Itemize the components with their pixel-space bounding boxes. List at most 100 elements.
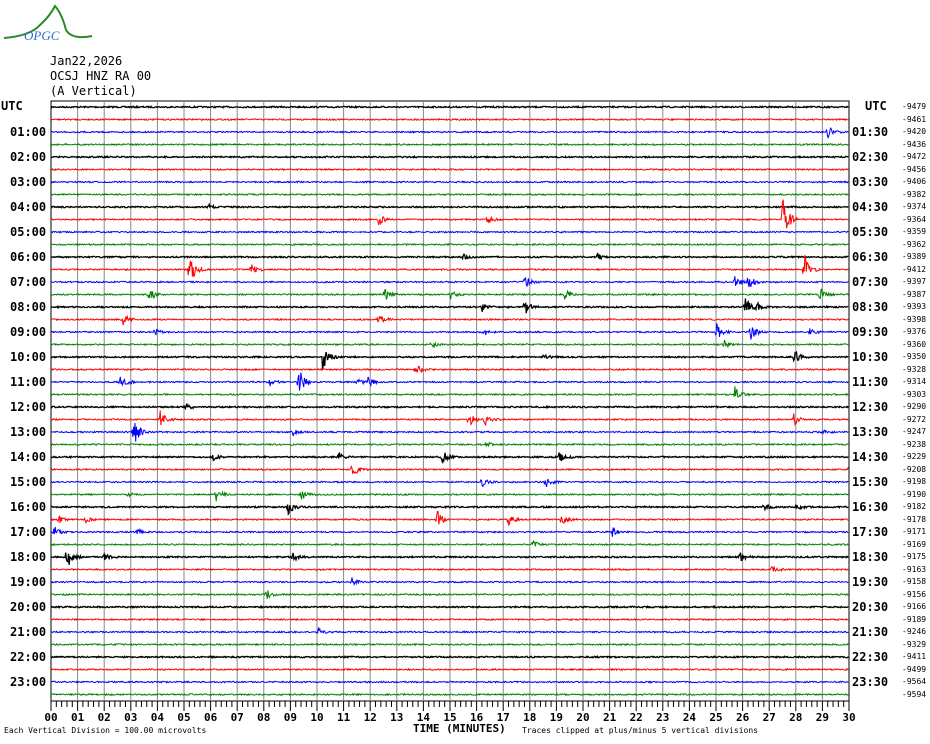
trace-41 [50,617,849,622]
x-tick-label: 13 [390,711,403,724]
opgc-logo: OPGC [3,4,93,43]
station-id: OCSJ HNZ RA 00 [50,69,152,83]
trace-offset-value: -9398 [902,314,927,324]
x-tick-label: 05 [177,711,190,724]
left-hour-label: 07:00 [10,275,47,289]
left-hour-label: 17:00 [10,525,47,539]
clip-note: Traces clipped at plus/minus 5 vertical … [522,726,759,735]
trace-offset-value: -9360 [902,339,927,349]
trace-offset-value: -9479 [902,102,927,111]
plot-date: Jan22,2026 [50,54,123,68]
left-hour-label: 05:00 [10,225,47,239]
left-hour-label: 14:00 [10,450,47,464]
x-tick-label: 18 [523,711,536,724]
trace-offset-value: -9382 [902,189,927,199]
trace-offset-value: -9189 [902,614,927,624]
left-hour-label: 02:00 [10,150,47,164]
x-tick-label: 10 [310,711,323,724]
left-hour-label: 10:00 [10,350,47,364]
trace-offset-value: -9171 [902,527,927,536]
right-hour-label: 03:30 [852,175,889,189]
trace-offset-value: -9169 [902,539,927,549]
trace-offset-value: -9499 [902,664,927,674]
x-tick-label: 25 [709,711,722,724]
x-tick-label: 06 [204,711,218,724]
right-hour-label: 07:30 [852,275,889,289]
x-tick-label: 22 [630,711,643,724]
trace-offset-value: -9178 [902,514,927,524]
x-tick-label: 24 [683,711,697,724]
x-tick-label: 19 [550,711,563,724]
trace-offset-value: -9290 [902,402,927,411]
x-tick-label: 01 [71,711,85,724]
trace-offset-value: -9461 [902,114,927,124]
right-hour-label: 13:30 [852,425,889,439]
left-hour-label: 18:00 [10,550,47,564]
trace-offset-value: -9229 [902,452,927,461]
trace-offset-value: -9198 [902,477,927,486]
trace-offset-value: -9190 [902,489,927,499]
left-hour-label: 03:00 [10,175,47,189]
trace-offset-value: -9158 [902,577,927,586]
left-hour-label: 19:00 [10,575,47,589]
trace-offset-value: -9472 [902,152,927,161]
trace-7 [50,192,849,197]
trace-offset-value: -9364 [902,214,927,224]
trace-offset-value: -9436 [902,139,927,149]
trace-44 [50,654,849,660]
trace-offset-value: -9397 [902,277,927,286]
trace-offset-value: -9359 [902,227,927,236]
right-hour-label: 14:30 [852,450,889,464]
trace-offset-value: -9412 [902,264,927,274]
trace-offset-value: -9208 [902,464,927,474]
x-tick-label: 04 [151,711,165,724]
x-tick-label: 26 [736,711,750,724]
x-tick-label: 11 [337,711,351,724]
right-hour-label: 23:30 [852,675,889,689]
right-hour-label: 11:30 [852,375,889,389]
left-hour-label: 01:00 [10,125,47,139]
trace-offset-value: -9328 [902,364,927,374]
right-hour-label: 05:30 [852,225,889,239]
right-hour-label: 06:30 [852,250,889,264]
trace-offset-value: -9350 [902,352,927,361]
trace-offset-value: -9238 [902,439,927,449]
trace-offset-value: -9376 [902,327,927,336]
trace-offset-value: -9247 [902,427,927,436]
right-hour-label: 20:30 [852,600,889,614]
right-hour-label: 18:30 [852,550,889,564]
trace-offset-value: -9272 [902,414,927,424]
left-hour-label: 04:00 [10,200,47,214]
right-hour-label: 10:30 [852,350,889,364]
trace-offset-value: -9389 [902,252,927,261]
x-tick-label: 02 [98,711,111,724]
right-hour-label: 02:30 [852,150,889,164]
trace-offset-value: -9406 [902,177,927,186]
logo-text: OPGC [24,28,60,43]
left-utc-label: UTC [1,99,23,113]
x-tick-label: 23 [656,711,669,724]
right-hour-label: 01:30 [852,125,889,139]
right-hour-label: 15:30 [852,475,889,489]
x-tick-label: 20 [576,711,589,724]
trace-0 [50,104,849,110]
x-tick-label: 28 [789,711,802,724]
trace-offset-value: -9156 [902,589,927,599]
trace-offset-value: -9246 [902,627,927,636]
right-hour-label: 04:30 [852,200,889,214]
left-hour-label: 21:00 [10,625,47,639]
right-hour-label: 09:30 [852,325,889,339]
helicorder-plot: OPGC 00 01 02 03 04 05 06 07 08 09 10 11 12 13 14 15 16 1… [3,4,856,724]
x-tick-label: 30 [842,711,855,724]
x-axis-label: TIME (MINUTES) [413,722,506,735]
x-tick-label: 12 [364,711,377,724]
trace-3 [50,142,849,147]
left-hour-label: 20:00 [10,600,47,614]
trace-offset-value: -9564 [902,677,927,686]
trace-5 [50,167,849,172]
left-hour-label: 22:00 [10,650,47,664]
right-hour-label: 16:30 [852,500,889,514]
trace-offset-value: -9329 [902,639,927,649]
right-hour-label: 08:30 [852,300,889,314]
x-tick-label: 03 [124,711,137,724]
